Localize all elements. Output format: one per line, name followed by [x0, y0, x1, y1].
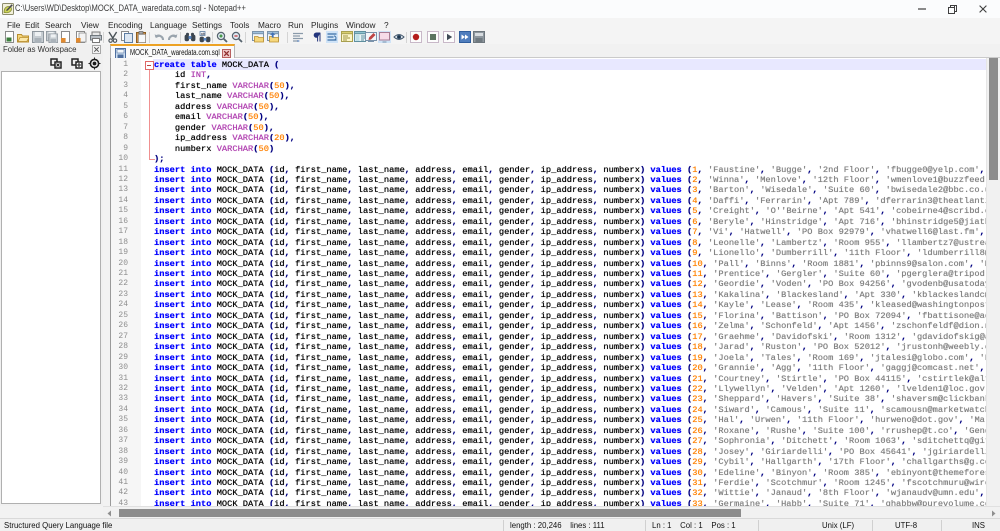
svg-text:ab: ab	[200, 32, 204, 36]
